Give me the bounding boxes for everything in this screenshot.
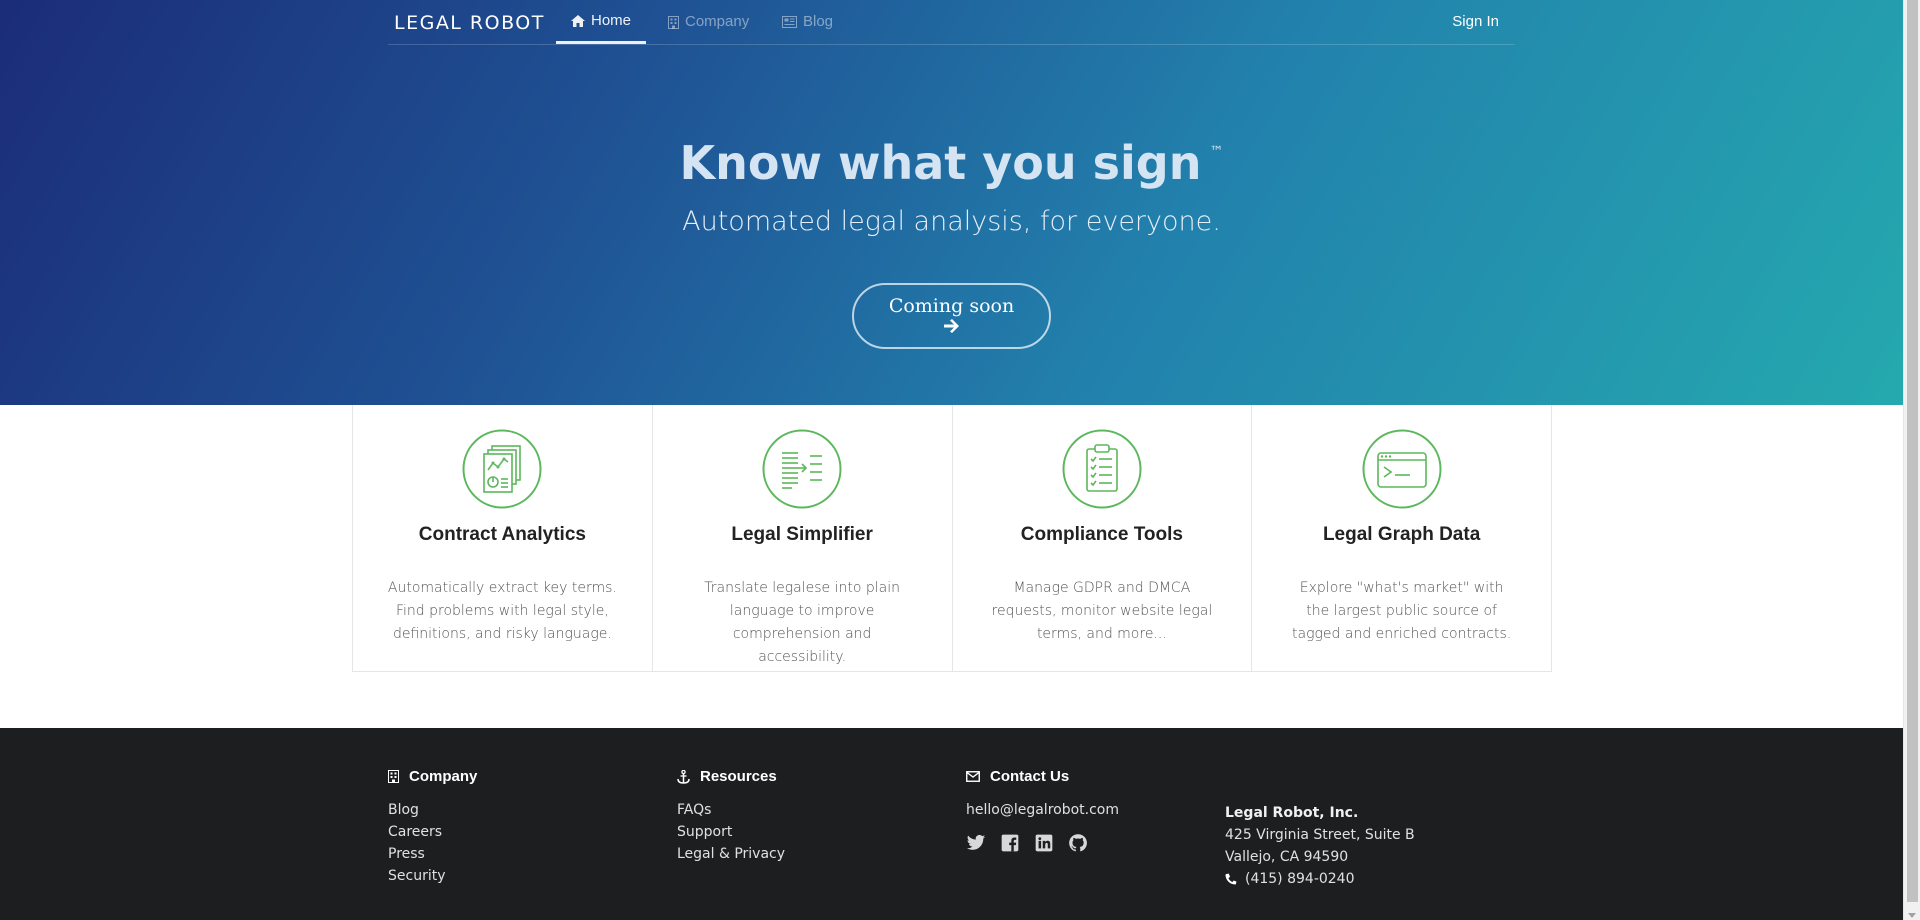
- clipboard-checklist-icon: [1062, 429, 1142, 509]
- feature-description: Automatically extract key terms. Find pr…: [387, 580, 617, 642]
- hero-subtitle: Automated legal analysis, for everyone.: [682, 206, 1221, 237]
- navbar: LEGAL ROBOT Home Company Blog Sign In: [388, 0, 1515, 45]
- newspaper-icon: [782, 16, 797, 28]
- twitter-icon[interactable]: [966, 833, 986, 853]
- company-name: Legal Robot, Inc.: [1225, 805, 1359, 821]
- feature-title: Legal Graph Data: [1322, 524, 1481, 545]
- brand-logo[interactable]: LEGAL ROBOT: [394, 12, 545, 34]
- nav-blog-label: Blog: [803, 13, 834, 30]
- footer-resources-heading-label: Resources: [700, 768, 777, 785]
- feature-description: Explore "what's market" with the largest…: [1292, 580, 1512, 642]
- phone-number[interactable]: (415) 894-0240: [1225, 868, 1415, 890]
- feature-title: Legal Simplifier: [731, 524, 873, 545]
- coming-soon-button[interactable]: Coming soon: [852, 283, 1051, 349]
- hero-title-text: Know what you sign: [679, 136, 1202, 190]
- social-links: [966, 833, 1119, 853]
- footer-address: Legal Robot, Inc. 425 Virginia Street, S…: [1225, 802, 1415, 890]
- nav-company[interactable]: Company: [666, 0, 751, 44]
- nav-home[interactable]: Home: [556, 0, 647, 44]
- linkedin-icon[interactable]: [1034, 833, 1054, 853]
- footer-link-faqs[interactable]: FAQs: [677, 799, 785, 821]
- feature-description: Translate legalese into plain language t…: [704, 580, 900, 665]
- facebook-icon[interactable]: [1000, 833, 1020, 853]
- footer-contact-heading-label: Contact Us: [990, 768, 1070, 785]
- contact-email-link[interactable]: hello@legalrobot.com: [966, 799, 1119, 821]
- terminal-window-icon: [1362, 429, 1442, 509]
- footer-company-column: Company Blog Careers Press Security: [388, 768, 477, 887]
- coming-soon-label: Coming soon: [888, 295, 1015, 317]
- feature-title: Compliance Tools: [1020, 524, 1183, 545]
- nav-blog[interactable]: Blog: [780, 0, 835, 44]
- nav-company-label: Company: [685, 13, 750, 30]
- hero-title: Know what you sign ™: [0, 136, 1903, 190]
- footer-link-support[interactable]: Support: [677, 821, 785, 843]
- anchor-icon: [677, 769, 690, 784]
- feature-description: Manage GDPR and DMCA requests, monitor w…: [991, 580, 1213, 642]
- hero-section: LEGAL ROBOT Home Company Blog Sign In Kn…: [0, 0, 1903, 405]
- footer-company-heading: Company: [388, 768, 477, 785]
- phone-number-text: (415) 894-0240: [1245, 871, 1355, 887]
- footer-resources-heading: Resources: [677, 768, 785, 785]
- analytics-document-icon: [462, 429, 542, 509]
- nav-home-label: Home: [591, 11, 632, 29]
- trademark-symbol: ™: [1209, 144, 1224, 160]
- address-line-2: Vallejo, CA 94590: [1225, 849, 1349, 865]
- features-section: Contract Analytics Automatically extract…: [352, 405, 1552, 672]
- home-icon: [571, 14, 585, 27]
- footer-link-legal-privacy[interactable]: Legal & Privacy: [677, 843, 785, 865]
- footer-link-press[interactable]: Press: [388, 843, 477, 865]
- feature-compliance-tools: Compliance Tools Manage GDPR and DMCA re…: [953, 405, 1253, 671]
- feature-title: Contract Analytics: [418, 524, 586, 545]
- footer-contact-heading: Contact Us: [966, 768, 1119, 785]
- footer: Company Blog Careers Press Security Reso…: [0, 728, 1903, 920]
- vertical-scrollbar[interactable]: [1903, 0, 1920, 920]
- sign-in-link[interactable]: Sign In: [1452, 0, 1499, 44]
- text-simplify-icon: [762, 429, 842, 509]
- building-icon: [388, 770, 399, 783]
- footer-resources-column: Resources FAQs Support Legal & Privacy: [677, 768, 785, 865]
- github-icon[interactable]: [1068, 833, 1088, 853]
- phone-icon: [1225, 873, 1237, 885]
- feature-legal-graph-data: Legal Graph Data Explore "what's market"…: [1252, 405, 1551, 671]
- footer-link-blog[interactable]: Blog: [388, 799, 477, 821]
- arrow-right-icon: [943, 319, 959, 333]
- building-icon: [668, 15, 679, 29]
- footer-link-security[interactable]: Security: [388, 865, 477, 887]
- envelope-icon: [966, 771, 980, 782]
- feature-contract-analytics: Contract Analytics Automatically extract…: [353, 405, 653, 671]
- page: LEGAL ROBOT Home Company Blog Sign In Kn…: [0, 0, 1903, 920]
- footer-link-careers[interactable]: Careers: [388, 821, 477, 843]
- scrollbar-thumb[interactable]: [1907, 0, 1918, 902]
- address-line-1: 425 Virginia Street, Suite B: [1225, 827, 1415, 843]
- footer-company-heading-label: Company: [409, 768, 478, 785]
- scroll-down-arrow-icon[interactable]: [1908, 913, 1916, 918]
- feature-legal-simplifier: Legal Simplifier Translate legalese into…: [653, 405, 953, 671]
- footer-contact-column: Contact Us hello@legalrobot.com: [966, 768, 1119, 853]
